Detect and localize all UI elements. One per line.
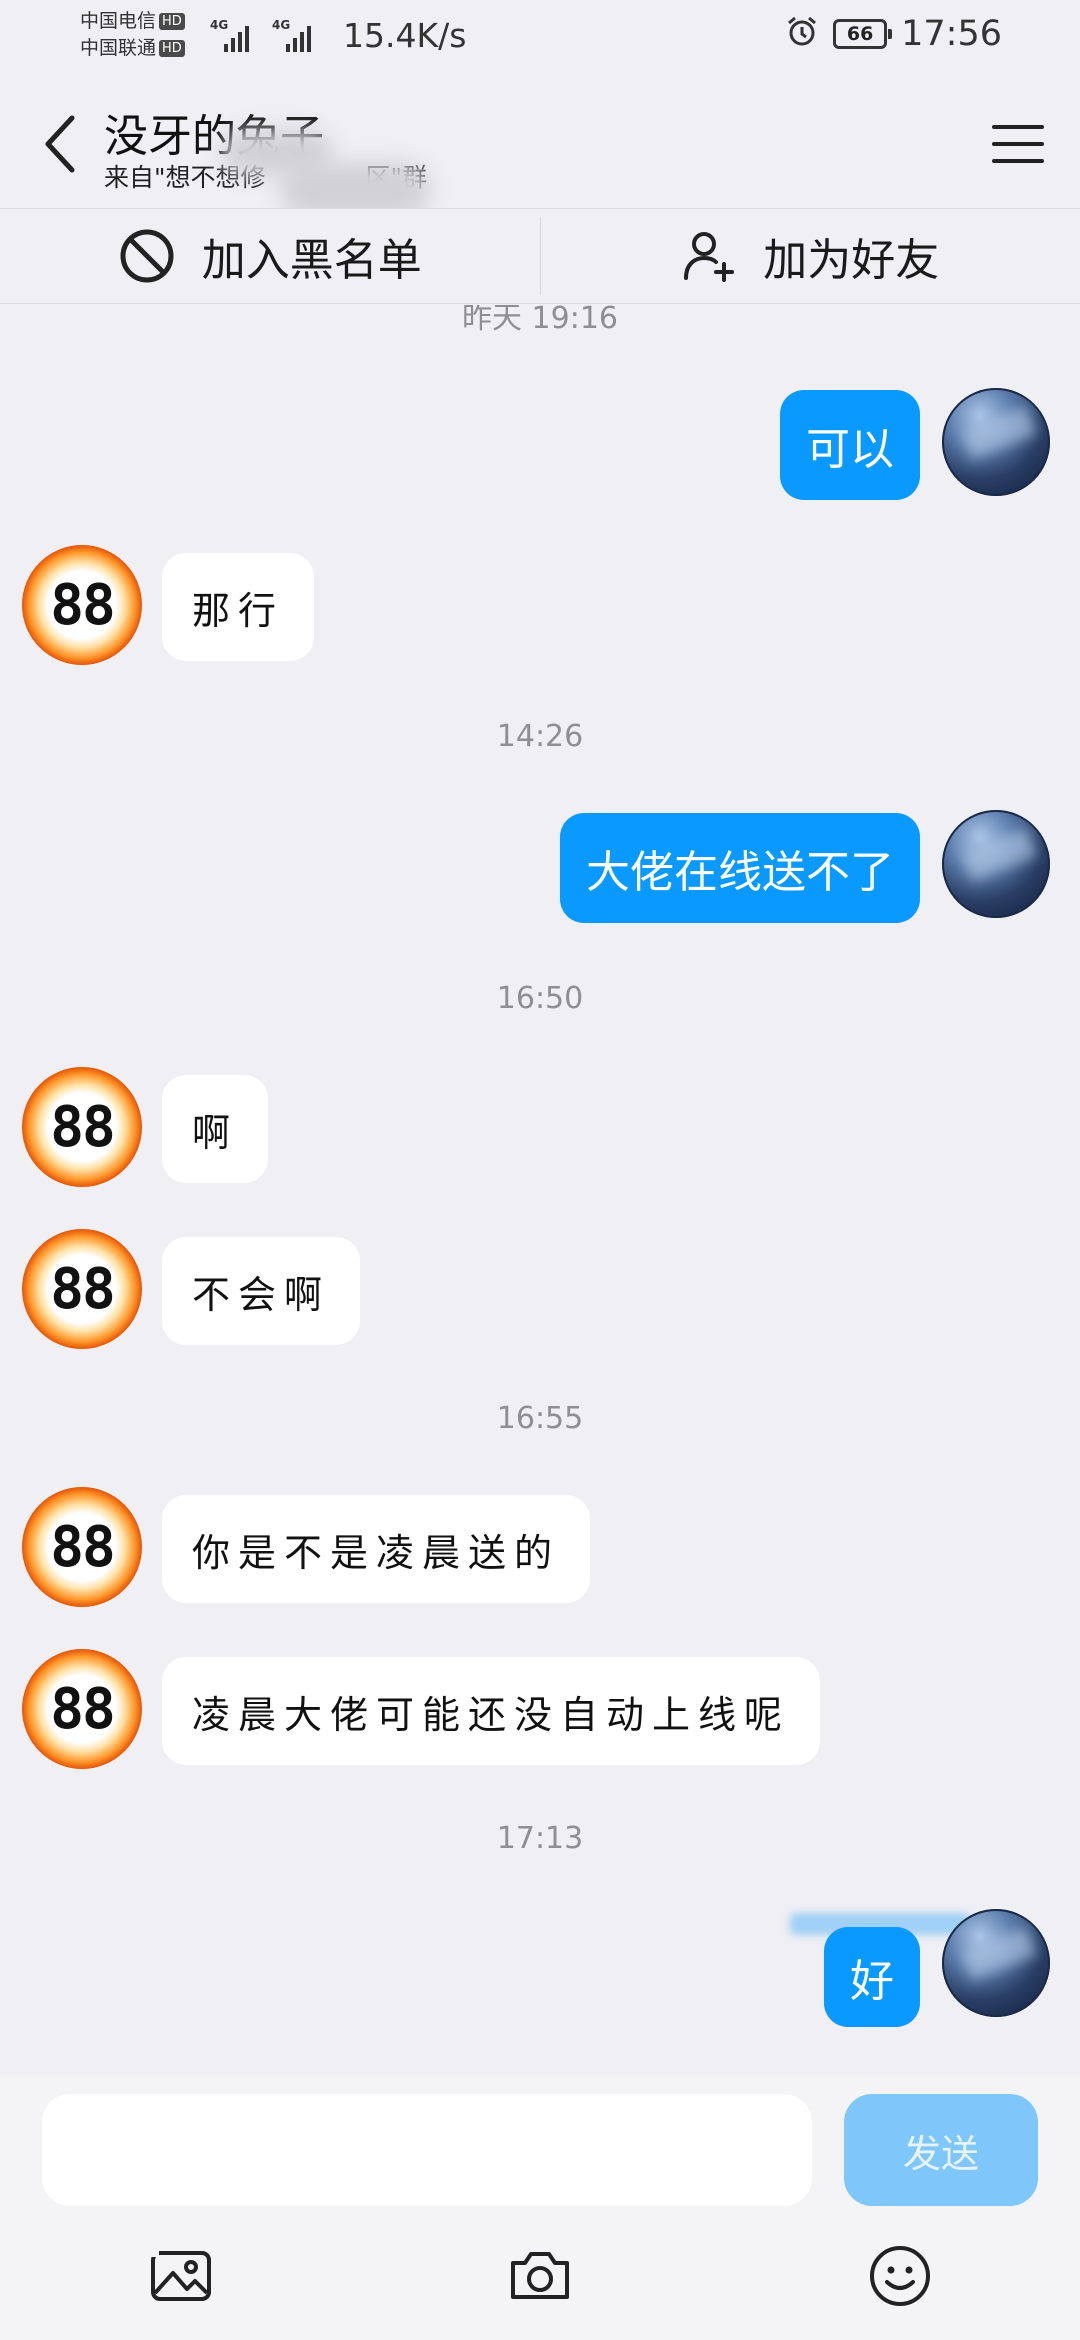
message-bubble-incoming[interactable]: 你是不是凌晨送的 bbox=[162, 1495, 591, 1603]
contact-avatar[interactable]: 88 bbox=[22, 1067, 142, 1187]
message-input[interactable] bbox=[42, 2094, 812, 2206]
time-label: 昨天 19:16 bbox=[462, 305, 618, 336]
emoji-icon bbox=[870, 2246, 930, 2306]
time-label: 14:26 bbox=[496, 719, 584, 754]
carrier-info: 中国电信 HD 中国联通 HD bbox=[80, 8, 185, 62]
contact-avatar[interactable]: 88 bbox=[22, 1649, 142, 1769]
message-list[interactable]: 昨天 19:16 可以 88 那行 14:26 大佬在线送不了 16:50 88… bbox=[0, 305, 1080, 2075]
net-speed: 15.4K/s bbox=[343, 16, 467, 55]
signal-strength-icon: 4G bbox=[272, 18, 320, 52]
hd-badge-1: HD bbox=[159, 13, 185, 30]
carrier-1: 中国电信 bbox=[80, 10, 157, 32]
message-bubble-outgoing[interactable]: 大佬在线送不了 bbox=[560, 813, 920, 923]
title-bar: 没牙的兔子 来自"想不想修 区"群 bbox=[0, 76, 1080, 218]
message-bubble-incoming[interactable]: 那行 bbox=[162, 553, 315, 661]
photo-button[interactable] bbox=[140, 2236, 220, 2316]
alarm-icon bbox=[785, 15, 819, 53]
status-time: 17:56 bbox=[901, 14, 1002, 54]
send-button[interactable]: 发送 bbox=[844, 2094, 1038, 2206]
contact-avatar[interactable]: 88 bbox=[22, 1229, 142, 1349]
carrier-2: 中国联通 bbox=[80, 37, 157, 59]
signal-indicators: 4G 4G bbox=[210, 18, 320, 52]
hd-badge-2: HD bbox=[159, 40, 185, 57]
menu-icon bbox=[992, 125, 1044, 163]
message-bubble-incoming[interactable]: 不会啊 bbox=[162, 1237, 361, 1345]
signal-strength-icon: 4G bbox=[210, 18, 258, 52]
message-bubble-incoming[interactable]: 凌晨大佬可能还没自动上线呢 bbox=[162, 1657, 821, 1765]
message-bubble-outgoing[interactable]: 可以 bbox=[780, 390, 920, 500]
status-bar: 中国电信 HD 中国联通 HD 4G 4G 15.4K/s 66 17:56 bbox=[0, 0, 1080, 76]
time-label: 16:50 bbox=[496, 981, 584, 1016]
time-label: 17:13 bbox=[496, 1821, 584, 1856]
block-icon bbox=[120, 229, 174, 283]
image-icon bbox=[149, 2249, 211, 2301]
menu-button[interactable] bbox=[986, 112, 1050, 176]
chevron-left-icon bbox=[45, 115, 75, 173]
message-bubble-outgoing[interactable]: 好 bbox=[824, 1927, 920, 2027]
my-avatar[interactable] bbox=[942, 1909, 1050, 2017]
back-button[interactable] bbox=[30, 104, 90, 184]
stranger-action-bar: 加入黑名单 加为好友 bbox=[0, 208, 1080, 304]
add-friend-button[interactable]: 加为好友 bbox=[541, 209, 1080, 303]
add-to-blacklist-button[interactable]: 加入黑名单 bbox=[0, 209, 540, 303]
my-avatar[interactable] bbox=[942, 388, 1050, 496]
contact-avatar[interactable]: 88 bbox=[22, 1487, 142, 1607]
message-bubble-incoming[interactable]: 啊 bbox=[162, 1075, 269, 1183]
contact-avatar[interactable]: 88 bbox=[22, 545, 142, 665]
blacklist-label: 加入黑名单 bbox=[201, 235, 422, 286]
camera-button[interactable] bbox=[500, 2236, 580, 2316]
battery-icon: 66 bbox=[833, 19, 893, 49]
add-friend-label: 加为好友 bbox=[763, 235, 940, 286]
time-label: 16:55 bbox=[496, 1401, 584, 1436]
add-user-icon bbox=[684, 232, 735, 282]
emoji-button[interactable] bbox=[860, 2236, 940, 2316]
my-avatar[interactable] bbox=[942, 810, 1050, 918]
input-bar: 发送 bbox=[0, 2076, 1080, 2340]
camera-icon bbox=[511, 2252, 569, 2299]
